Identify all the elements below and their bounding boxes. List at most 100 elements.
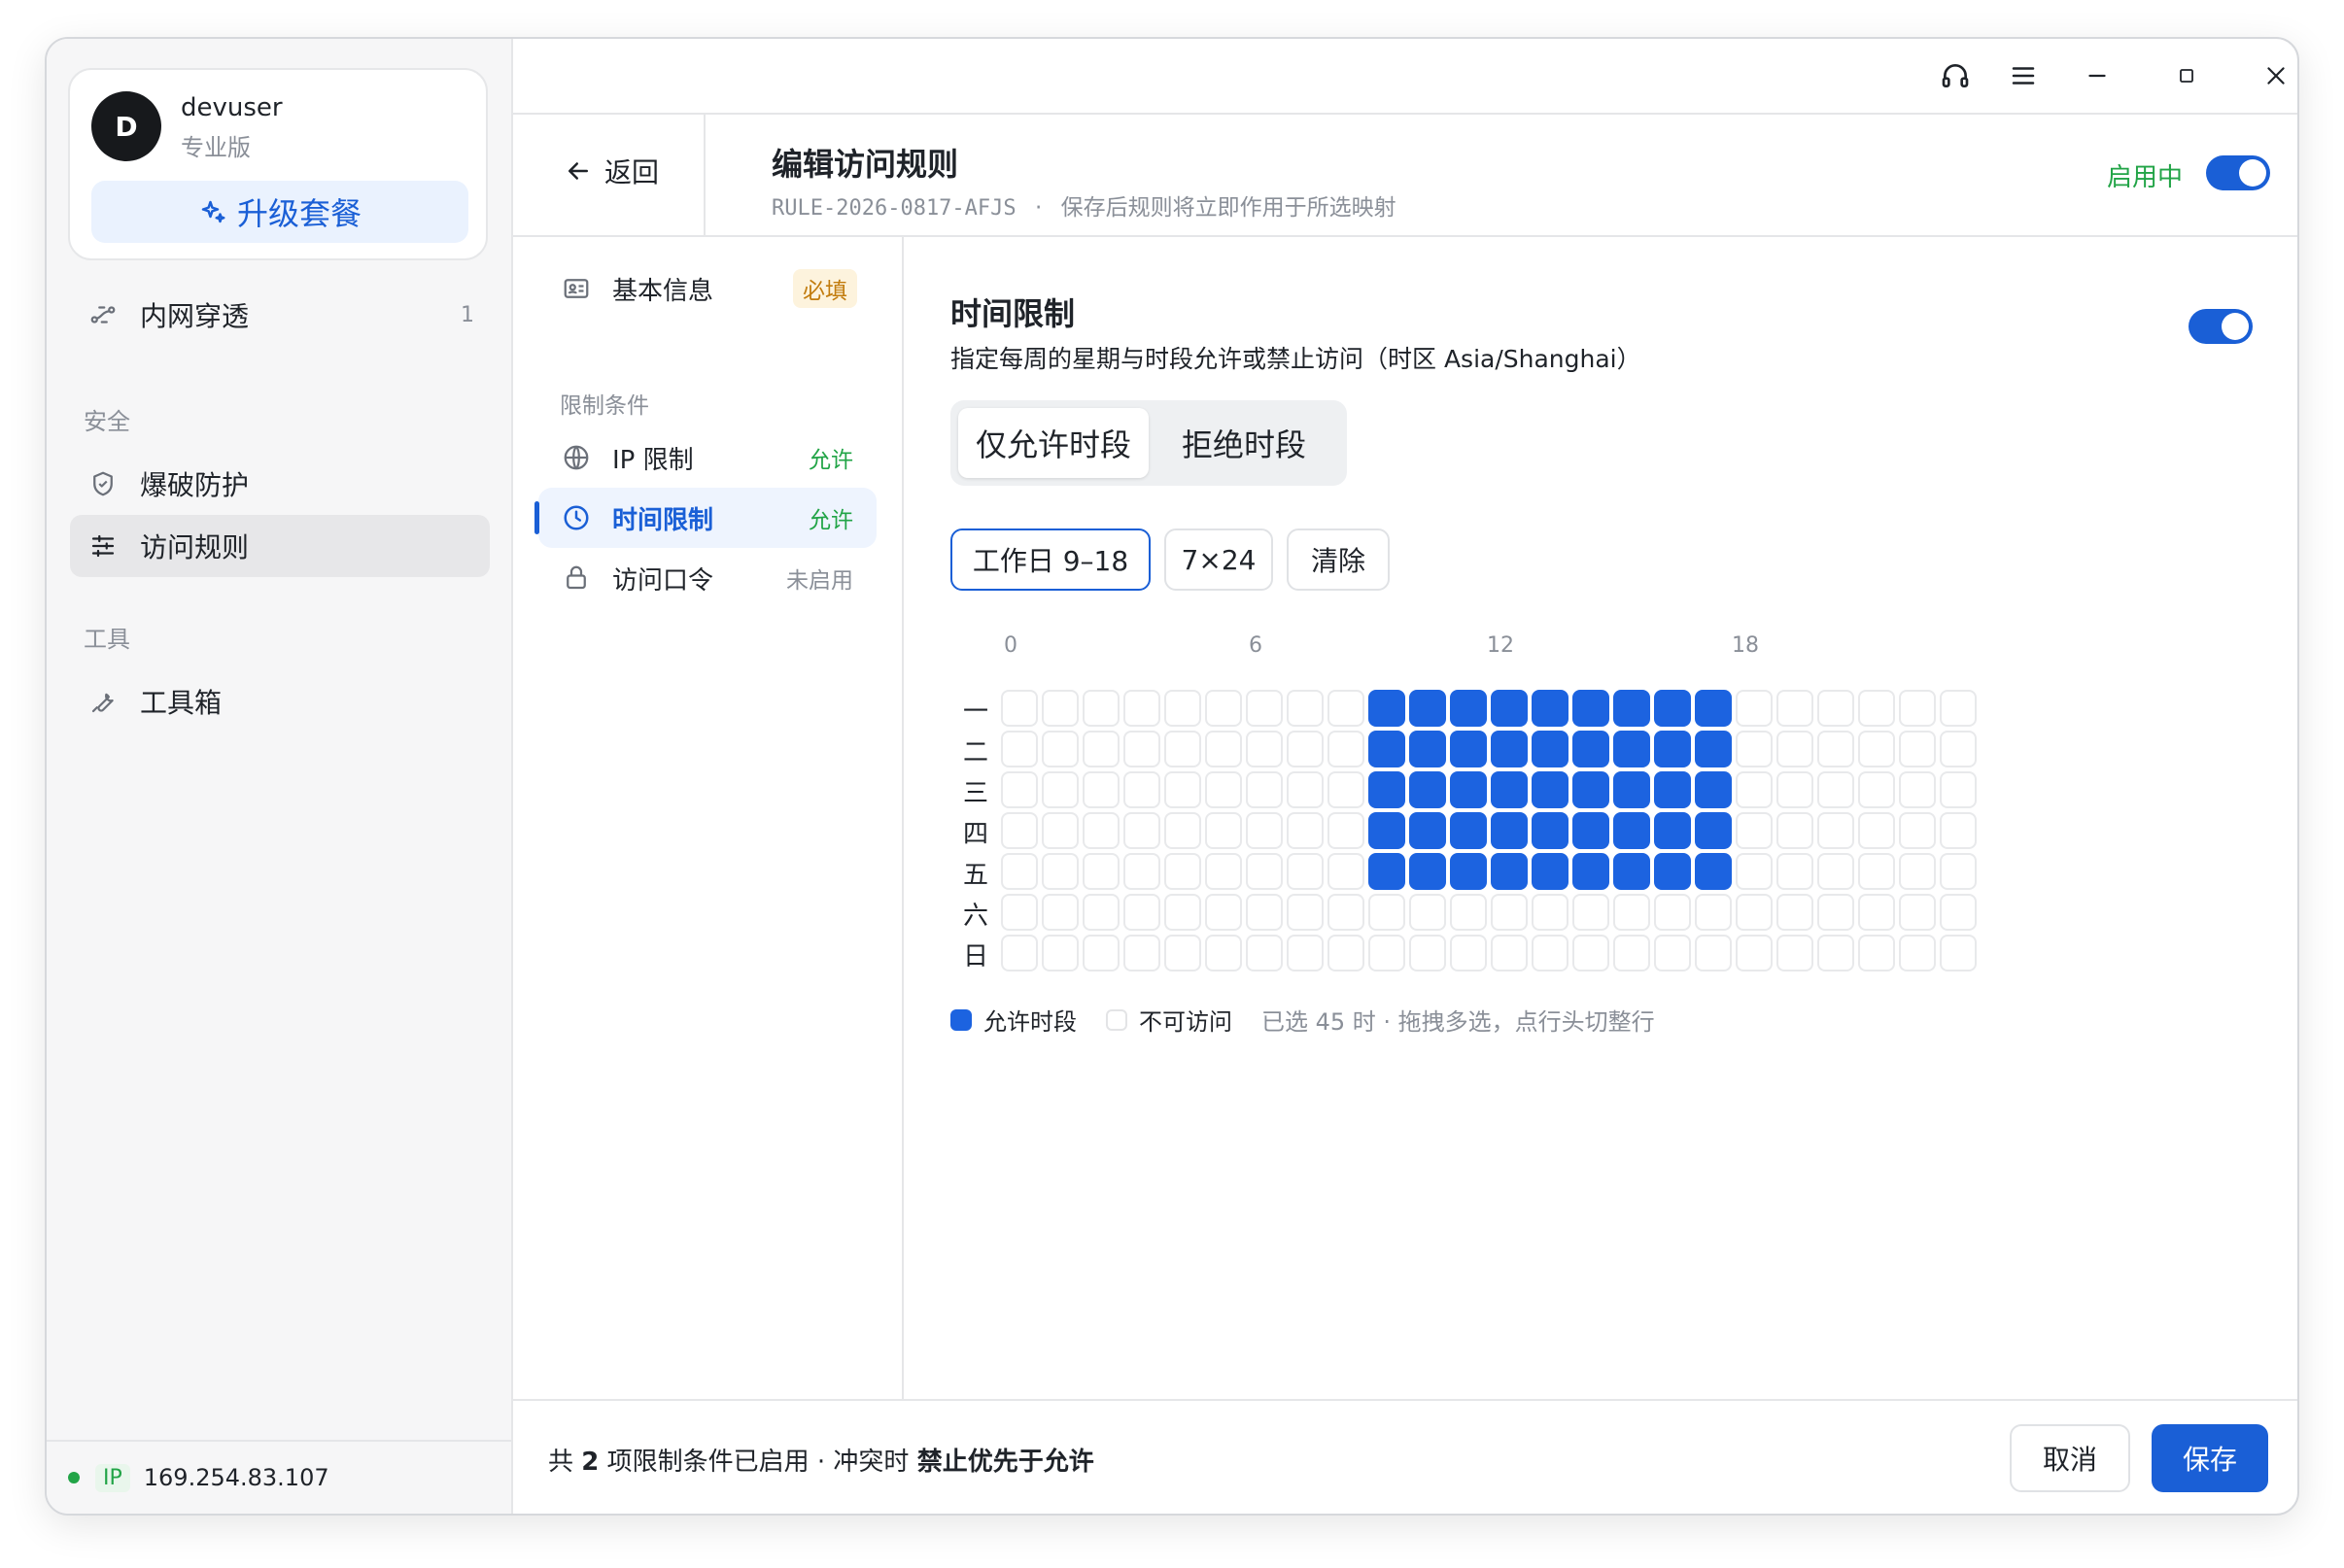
hour-cell[interactable] [1899,731,1936,767]
hour-cell[interactable] [1776,894,1813,931]
hour-cell[interactable] [1123,690,1160,727]
hour-cell[interactable] [1042,853,1079,890]
hour-cell[interactable] [1287,853,1324,890]
hour-cell[interactable] [1042,731,1079,767]
hour-cell[interactable] [1695,894,1732,931]
hour-cell[interactable] [1450,812,1487,849]
hour-cell[interactable] [1205,935,1242,971]
hour-cell[interactable] [1695,731,1732,767]
hour-cell[interactable] [1246,853,1283,890]
preset-24x7-button[interactable]: 7×24 [1164,528,1273,591]
hour-cell[interactable] [1491,853,1528,890]
hour-cell[interactable] [1940,812,1977,849]
hour-cell[interactable] [1287,690,1324,727]
hour-cell[interactable] [1083,771,1120,808]
hour-cell[interactable] [1532,853,1568,890]
hour-cell[interactable] [1532,690,1568,727]
hour-cell[interactable] [1450,771,1487,808]
hour-cell[interactable] [1654,853,1691,890]
hour-cell[interactable] [1246,731,1283,767]
hour-cell[interactable] [1368,853,1405,890]
hour-cell[interactable] [1776,731,1813,767]
hour-cell[interactable] [1368,690,1405,727]
hour-cell[interactable] [1287,935,1324,971]
hour-cell[interactable] [1572,771,1609,808]
hour-cell[interactable] [1817,731,1854,767]
time-limit-toggle[interactable] [2189,309,2253,344]
hour-cell[interactable] [1899,690,1936,727]
hour-cell[interactable] [1368,771,1405,808]
hour-cell[interactable] [1001,812,1038,849]
hour-cell[interactable] [1083,812,1120,849]
hour-cell[interactable] [1654,690,1691,727]
hour-cell[interactable] [1042,894,1079,931]
hour-cell[interactable] [1123,853,1160,890]
hour-cell[interactable] [1450,935,1487,971]
hour-cell[interactable] [1409,690,1446,727]
hour-cell[interactable] [1654,812,1691,849]
hour-cell[interactable] [1287,771,1324,808]
hour-cell[interactable] [1572,731,1609,767]
hour-cell[interactable] [1042,935,1079,971]
save-button[interactable]: 保存 [2152,1424,2268,1492]
hour-cell[interactable] [1491,731,1528,767]
hour-cell[interactable] [1572,812,1609,849]
day-row-header[interactable]: 四 [950,814,1001,850]
hour-cell[interactable] [1940,690,1977,727]
hour-cell[interactable] [1409,935,1446,971]
preset-workday-button[interactable]: 工作日 9–18 [950,528,1151,591]
hour-cell[interactable] [1164,935,1201,971]
upgrade-button[interactable]: 升级套餐 [91,181,468,243]
hour-cell[interactable] [1368,731,1405,767]
hour-cell[interactable] [1532,935,1568,971]
hour-cell[interactable] [1776,771,1813,808]
hour-cell[interactable] [1368,812,1405,849]
hour-cell[interactable] [1532,731,1568,767]
hour-cell[interactable] [1205,853,1242,890]
tab-basic-info[interactable]: 基本信息 必填 [538,258,877,319]
hour-cell[interactable] [1083,731,1120,767]
hour-cell[interactable] [1654,771,1691,808]
day-row-header[interactable]: 五 [950,855,1001,891]
hour-cell[interactable] [1450,690,1487,727]
hour-cell[interactable] [1327,853,1364,890]
sidebar-item-tunnel[interactable]: 内网穿透 1 [70,284,490,346]
hour-cell[interactable] [1613,894,1650,931]
hour-cell[interactable] [1776,690,1813,727]
hour-cell[interactable] [1817,690,1854,727]
hour-cell[interactable] [1164,731,1201,767]
hour-cell[interactable] [1899,771,1936,808]
hour-cell[interactable] [1246,935,1283,971]
mode-deny-button[interactable]: 拒绝时段 [1149,408,1339,478]
hour-cell[interactable] [1001,853,1038,890]
hour-cell[interactable] [1409,771,1446,808]
hour-cell[interactable] [1327,771,1364,808]
hour-cell[interactable] [1491,771,1528,808]
hour-cell[interactable] [1613,812,1650,849]
hour-cell[interactable] [1736,731,1773,767]
hour-cell[interactable] [1613,853,1650,890]
hour-cell[interactable] [1613,731,1650,767]
hour-cell[interactable] [1123,771,1160,808]
hour-cell[interactable] [1164,853,1201,890]
hour-cell[interactable] [1450,894,1487,931]
hour-cell[interactable] [1123,894,1160,931]
hour-cell[interactable] [1858,812,1895,849]
hour-cell[interactable] [1572,894,1609,931]
hour-cell[interactable] [1532,771,1568,808]
hour-cell[interactable] [1287,812,1324,849]
hour-cell[interactable] [1409,731,1446,767]
hour-cell[interactable] [1695,935,1732,971]
hour-cell[interactable] [1246,812,1283,849]
hour-cell[interactable] [1164,690,1201,727]
tab-ip-limit[interactable]: IP 限制 允许 [538,427,877,488]
hour-cell[interactable] [1368,894,1405,931]
hour-cell[interactable] [1083,894,1120,931]
hour-cell[interactable] [1572,935,1609,971]
hour-cell[interactable] [1532,812,1568,849]
hour-cell[interactable] [1327,731,1364,767]
hour-cell[interactable] [1654,935,1691,971]
hour-cell[interactable] [1613,771,1650,808]
hour-cell[interactable] [1817,894,1854,931]
hour-cell[interactable] [1817,771,1854,808]
